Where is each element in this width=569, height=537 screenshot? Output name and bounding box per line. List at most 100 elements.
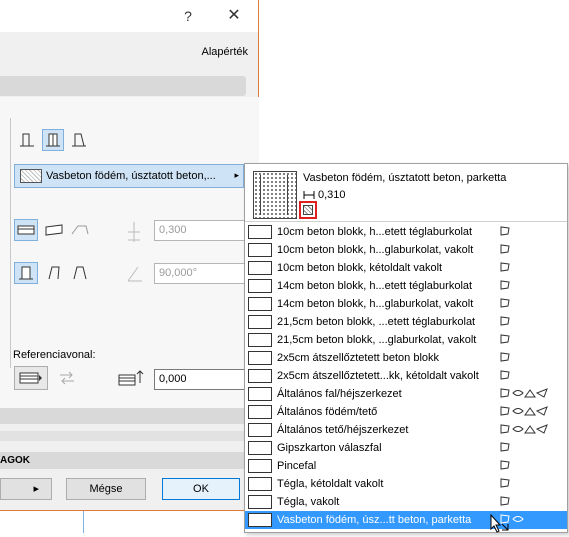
material-item-label: 10cm beton blokk, kétoldalt vakolt — [277, 262, 443, 274]
dialog-titlebar: ? ✕ — [0, 0, 258, 32]
material-list-item[interactable]: 14cm beton blokk, h...glaburkolat, vakol… — [245, 295, 567, 313]
material-swatch-icon — [248, 369, 272, 383]
material-item-label: 14cm beton blokk, h...glaburkolat, vakol… — [277, 298, 474, 310]
flag-icon — [500, 406, 510, 416]
material-list-item[interactable]: 2x5cm átszellőztetett beton blokk — [245, 349, 567, 367]
material-usage-icons — [500, 334, 510, 344]
section-header-label: AGOK — [0, 455, 30, 466]
geometry-right-button[interactable] — [68, 129, 90, 151]
material-list-item[interactable]: Gipszkarton válaszfal — [245, 439, 567, 457]
flag-icon — [500, 280, 510, 290]
flag-icon — [500, 424, 510, 434]
cancel-button[interactable]: Mégse — [66, 478, 146, 500]
thickness-field[interactable]: 0,300 — [154, 220, 258, 241]
send-icon — [535, 388, 548, 398]
geometry-center-icon — [46, 133, 60, 147]
edge-slanted-icon — [48, 266, 60, 280]
material-swatch-icon — [248, 315, 272, 329]
material-item-label: Vasbeton födém, úsz...tt beton, parketta — [277, 514, 472, 526]
material-usage-icons — [500, 262, 510, 272]
material-list-item[interactable]: Általános fal/héjszerkezet — [245, 385, 567, 403]
material-item-label: Tégla, vakolt — [277, 496, 340, 508]
reference-line-button[interactable] — [14, 366, 48, 390]
material-list-item[interactable]: 2x5cm átszellőztetett...kk, kétoldalt va… — [245, 367, 567, 385]
thickness-arrow-icon — [303, 191, 315, 199]
material-swatch-icon — [248, 459, 272, 473]
thickness-icon — [126, 222, 142, 245]
structure-basic-button[interactable] — [14, 219, 38, 241]
edge-slanted-button[interactable] — [42, 262, 66, 284]
flag-icon — [500, 298, 510, 308]
eye-icon — [512, 424, 524, 434]
edge-double-slanted-button[interactable] — [68, 262, 92, 284]
ok-button[interactable]: OK — [162, 478, 240, 500]
material-usage-icons — [500, 244, 510, 254]
material-list-item[interactable]: Pincefal — [245, 457, 567, 475]
popup-thickness: 0,310 — [303, 189, 346, 201]
material-usage-icons — [500, 280, 510, 290]
angle-icon — [126, 265, 144, 286]
flag-icon — [500, 244, 510, 254]
material-swatch-icon — [248, 513, 272, 527]
material-swatch-icon — [248, 387, 272, 401]
geometry-left-icon — [20, 133, 34, 147]
material-list-item[interactable]: 10cm beton blokk, h...etett téglaburkola… — [245, 223, 567, 241]
popup-material-name: Vasbeton födém, úsztatott beton, parkett… — [303, 172, 507, 184]
send-icon — [535, 406, 548, 416]
structure-slanted-button[interactable] — [42, 219, 66, 241]
material-list-item[interactable]: Általános tető/héjszerkezet — [245, 421, 567, 439]
eye-icon — [512, 406, 524, 416]
swap-reference-button[interactable] — [54, 367, 80, 389]
material-swatch-icon — [248, 495, 272, 509]
popup-header: Vasbeton födém, úsztatott beton, parkett… — [245, 164, 567, 222]
material-list-item[interactable]: 21,5cm beton blokk, ...etett téglaburkol… — [245, 313, 567, 331]
favorites-button[interactable]: ▸ — [0, 478, 52, 500]
hatch-preview-icon[interactable] — [299, 201, 317, 219]
material-list-item[interactable]: Tégla, kétoldalt vakolt — [245, 475, 567, 493]
chevron-right-icon: ▸ — [234, 170, 239, 180]
flag-icon — [500, 388, 510, 398]
material-list-item[interactable]: Vasbeton födém, úsz...tt beton, parketta — [245, 511, 567, 529]
popup-thickness-value: 0,310 — [318, 189, 346, 201]
geometry-left-button[interactable] — [16, 129, 38, 151]
edge-vertical-button[interactable] — [14, 262, 38, 284]
material-usage-icons — [500, 406, 548, 416]
material-list-item[interactable]: Általános födém/tető — [245, 403, 567, 421]
offset-icon — [118, 369, 146, 390]
material-usage-icons — [500, 496, 510, 506]
geometry-center-button[interactable] — [42, 129, 64, 151]
flag-icon — [500, 370, 510, 380]
material-usage-icons — [500, 388, 548, 398]
close-button[interactable]: ✕ — [224, 6, 244, 26]
material-swatch-icon — [248, 261, 272, 275]
panel-divider — [10, 118, 11, 368]
material-list-item[interactable]: 14cm beton blokk, h...etett téglaburkola… — [245, 277, 567, 295]
structure-profile-button[interactable] — [68, 219, 92, 241]
material-list-item[interactable]: 21,5cm beton blokk, ...glaburkolat, vako… — [245, 331, 567, 349]
material-usage-icons — [500, 478, 510, 488]
mouse-cursor-icon — [490, 513, 512, 537]
material-item-label: 2x5cm átszellőztetett beton blokk — [277, 352, 440, 364]
help-button[interactable]: ? — [178, 6, 198, 26]
material-item-label: Általános fal/héjszerkezet — [277, 388, 402, 400]
material-list-item[interactable]: 10cm beton blokk, kétoldalt vakolt — [245, 259, 567, 277]
material-swatch-icon — [248, 477, 272, 491]
building-material-selector[interactable]: Vasbeton födém, úsztatott beton,... ▸ — [14, 164, 244, 188]
material-list-item[interactable]: Tégla, vakolt — [245, 493, 567, 511]
material-usage-icons — [500, 370, 510, 380]
section-separator — [0, 408, 259, 424]
material-list-item[interactable]: 10cm beton blokk, h...glaburkolat, vakol… — [245, 241, 567, 259]
material-swatch-icon — [248, 405, 272, 419]
material-swatch-icon — [248, 333, 272, 347]
material-item-label: 21,5cm beton blokk, ...etett téglaburkol… — [277, 316, 476, 328]
slanted-structure-icon — [45, 224, 63, 236]
flag-icon — [500, 262, 510, 272]
angle-field[interactable]: 90,000° — [154, 263, 258, 284]
material-swatch-icon — [248, 279, 272, 293]
flag-icon — [500, 334, 510, 344]
settings-dialog: ? ✕ Alapérték Vasbeton födém, úsztatott … — [0, 0, 259, 511]
material-item-label: 10cm beton blokk, h...glaburkolat, vakol… — [277, 244, 474, 256]
eye-icon — [512, 514, 524, 524]
offset-field[interactable]: 0,000 — [154, 369, 258, 390]
edge-double-slanted-icon — [73, 266, 87, 280]
